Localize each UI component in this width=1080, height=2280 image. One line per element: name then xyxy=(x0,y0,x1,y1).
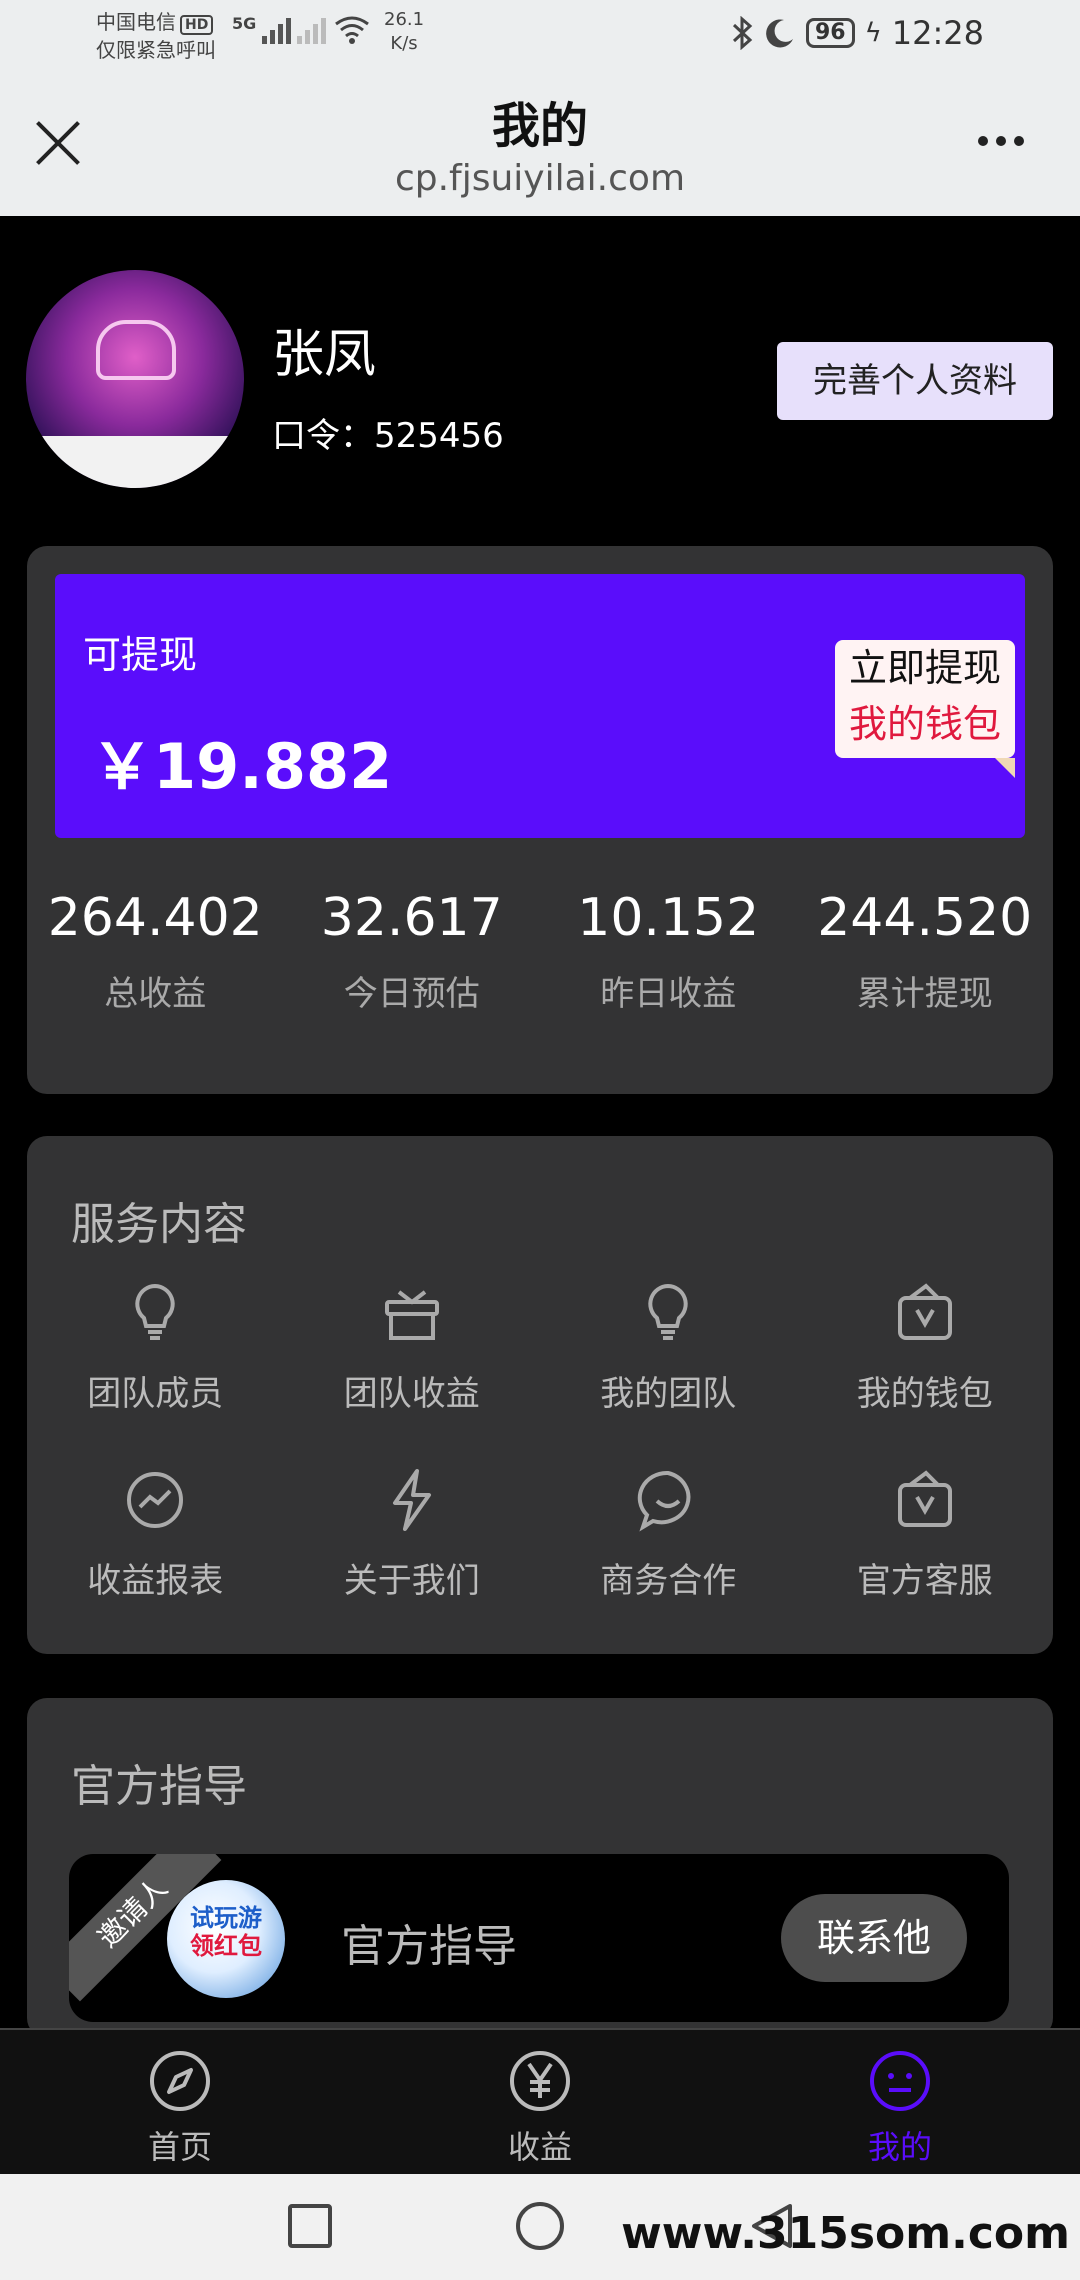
network-type: 5G xyxy=(232,14,257,33)
trend-icon xyxy=(127,1472,184,1528)
guide-avatar: 试玩游 领红包 xyxy=(167,1880,285,1998)
stat-value: 244.520 xyxy=(817,888,1033,948)
service-label: 官方客服 xyxy=(856,1561,993,1601)
user-name: 张凤 xyxy=(272,325,377,385)
service-official-support[interactable]: 官方客服 xyxy=(797,1467,1054,1602)
service-earnings-report[interactable]: 收益报表 xyxy=(27,1467,284,1602)
chat-smile-icon xyxy=(638,1470,691,1532)
guidance-row: 邀请人 试玩游 领红包 官方指导 联系他 xyxy=(69,1854,1009,2022)
tab-earnings[interactable]: 收益 xyxy=(360,2030,720,2174)
yen-icon xyxy=(510,2051,570,2111)
service-label: 我的团队 xyxy=(600,1374,737,1414)
battery-indicator: 96 xyxy=(806,18,855,48)
signal-indicators: 5G xyxy=(232,14,372,44)
service-label: 团队成员 xyxy=(87,1374,224,1414)
speed-value: 26.1 xyxy=(384,9,425,30)
emergency-text: 仅限紧急呼叫 xyxy=(96,38,216,62)
page-title: 我的 xyxy=(491,98,588,154)
stat-today-estimate: 32.617 今日预估 xyxy=(284,886,541,1015)
title-bar: 我的 cp.fjsuiyilai.com xyxy=(0,72,1080,216)
bluetooth-icon xyxy=(732,16,753,50)
earnings-card: 可提现 ￥19.882 立即提现 我的钱包 264.402 总收益 32.617… xyxy=(27,546,1053,1094)
service-label: 团队收益 xyxy=(343,1374,480,1414)
thumb-line1: 试玩游 xyxy=(190,1904,262,1932)
wifi-icon xyxy=(335,16,370,44)
stat-value: 264.402 xyxy=(47,888,263,948)
guide-name: 官方指导 xyxy=(341,1921,517,1972)
stat-label: 总收益 xyxy=(104,974,207,1014)
stat-label: 昨日收益 xyxy=(600,974,737,1014)
service-team-earnings[interactable]: 团队收益 xyxy=(284,1280,541,1415)
contact-button[interactable]: 联系他 xyxy=(781,1894,967,1982)
carrier-info: 中国电信 HD 仅限紧急呼叫 xyxy=(96,8,216,64)
withdraw-amount: ￥19.882 xyxy=(91,730,393,803)
avatar[interactable] xyxy=(26,270,244,488)
clock: 12:28 xyxy=(891,14,984,52)
stat-label: 累计提现 xyxy=(856,974,993,1014)
services-card: 服务内容 团队成员 团队收益 我的团队 我的钱包 收益报表 关于我们 商务合作 xyxy=(27,1136,1053,1654)
tab-mine[interactable]: 我的 xyxy=(720,2030,1080,2174)
status-bar: 中国电信 HD 仅限紧急呼叫 5G 26.1 K/s 96 ϟ 12:28 xyxy=(0,0,1080,72)
stat-value: 10.152 xyxy=(577,888,760,948)
network-speed: 26.1 K/s xyxy=(384,8,424,56)
tab-label: 我的 xyxy=(867,2128,932,2166)
service-label: 关于我们 xyxy=(343,1561,480,1601)
withdraw-now-button[interactable]: 立即提现 我的钱包 xyxy=(835,640,1015,778)
watermark-text: www.315som.com xyxy=(621,2208,1070,2259)
hd-badge: HD xyxy=(180,15,214,35)
withdraw-now-label: 立即提现 xyxy=(848,646,1001,690)
service-label: 收益报表 xyxy=(87,1561,224,1601)
bottom-tab-bar: 首页 收益 我的 xyxy=(0,2028,1080,2174)
edit-profile-button[interactable]: 完善个人资料 xyxy=(777,342,1053,420)
signal-strength-icon xyxy=(262,14,292,44)
services-title: 服务内容 xyxy=(71,1199,247,1250)
signal-strength-2-icon xyxy=(297,14,327,44)
wallet-icon xyxy=(897,1283,952,1340)
service-label: 商务合作 xyxy=(600,1561,737,1601)
avatar-bottom-graphic xyxy=(26,436,244,488)
service-my-team[interactable]: 我的团队 xyxy=(540,1280,797,1415)
services-grid: 团队成员 团队收益 我的团队 我的钱包 收益报表 关于我们 商务合作 官方客服 xyxy=(27,1280,1053,1602)
service-team-members[interactable]: 团队成员 xyxy=(27,1280,284,1415)
wallet-icon xyxy=(897,1470,952,1527)
status-right: 96 ϟ 12:28 xyxy=(730,14,984,52)
stat-label: 今日预估 xyxy=(343,974,480,1014)
thumb-line2: 领红包 xyxy=(190,1932,262,1960)
system-nav-bar: www.315som.com xyxy=(0,2174,1080,2280)
withdraw-label: 可提现 xyxy=(83,633,198,677)
withdraw-panel: 可提现 ￥19.882 立即提现 我的钱包 xyxy=(55,574,1025,838)
do-not-disturb-moon-icon xyxy=(766,19,793,48)
lightbulb-icon xyxy=(135,1283,175,1340)
smile-icon xyxy=(870,2051,930,2111)
more-options-icon[interactable] xyxy=(978,136,1024,146)
service-business-cooperation[interactable]: 商务合作 xyxy=(540,1467,797,1602)
user-code: 口令：525456 xyxy=(272,416,504,456)
service-my-wallet[interactable]: 我的钱包 xyxy=(797,1280,1054,1415)
compass-icon xyxy=(150,2051,210,2111)
speed-unit: K/s xyxy=(390,33,418,54)
page-domain: cp.fjsuiyilai.com xyxy=(394,158,686,199)
guidance-card: 官方指导 邀请人 试玩游 领红包 官方指导 联系他 xyxy=(27,1698,1053,2038)
avatar-crown-graphic xyxy=(96,320,176,380)
lightning-icon xyxy=(392,1469,431,1531)
service-label: 我的钱包 xyxy=(856,1374,993,1414)
stats-row: 264.402 总收益 32.617 今日预估 10.152 昨日收益 244.… xyxy=(27,886,1053,1015)
stat-value: 32.617 xyxy=(320,888,503,948)
tab-home[interactable]: 首页 xyxy=(0,2030,360,2174)
lightbulb-icon xyxy=(648,1283,688,1340)
guidance-title: 官方指导 xyxy=(71,1761,247,1812)
stat-total-earnings: 264.402 总收益 xyxy=(27,886,284,1015)
recent-apps-icon[interactable] xyxy=(288,2204,332,2248)
gift-icon xyxy=(384,1290,439,1340)
charging-icon: ϟ xyxy=(864,18,882,48)
tab-label: 首页 xyxy=(147,2128,212,2166)
tab-label: 收益 xyxy=(507,2128,572,2166)
my-wallet-label: 我的钱包 xyxy=(848,702,1001,746)
home-icon[interactable] xyxy=(516,2202,564,2250)
stat-total-withdrawn: 244.520 累计提现 xyxy=(797,886,1054,1015)
carrier-name: 中国电信 xyxy=(96,10,176,34)
stat-yesterday-earnings: 10.152 昨日收益 xyxy=(540,886,797,1015)
service-about-us[interactable]: 关于我们 xyxy=(284,1467,541,1602)
